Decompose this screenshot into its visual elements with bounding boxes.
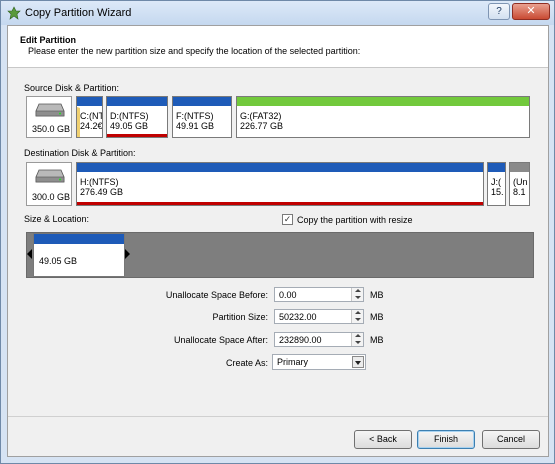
source-partition-d[interactable]: D:(NTFS) 49.05 GB xyxy=(106,96,168,138)
finish-button[interactable]: Finish xyxy=(417,430,475,449)
partition-size: 24.2€ xyxy=(80,121,103,131)
partition-bar xyxy=(488,163,505,172)
spin-down-icon[interactable] xyxy=(355,296,361,299)
hard-disk-icon xyxy=(35,103,65,117)
partition-bar xyxy=(107,97,167,106)
spin-up-icon[interactable] xyxy=(355,289,361,292)
partition-bar xyxy=(510,163,529,172)
partition-size: 49.91 GB xyxy=(176,121,215,131)
hard-disk-icon xyxy=(35,169,65,183)
page-subtitle: Please enter the new partition size and … xyxy=(28,46,361,56)
back-button[interactable]: < Back xyxy=(354,430,412,449)
partition-resize-area[interactable]: 49.05 GB xyxy=(26,232,534,278)
partition-name: G:(FAT32) xyxy=(240,111,282,121)
dropdown-arrow-icon[interactable] xyxy=(352,356,364,368)
resizable-partition-block[interactable]: 49.05 GB xyxy=(33,233,125,277)
destination-disk-label: Destination Disk & Partition: xyxy=(24,148,136,158)
source-partition-g[interactable]: G:(FAT32) 226.77 GB xyxy=(236,96,530,138)
spin-down-icon[interactable] xyxy=(355,341,361,344)
partition-size: 226.77 GB xyxy=(240,121,284,131)
partition-bar xyxy=(237,97,529,106)
spin-arrows[interactable] xyxy=(351,310,363,323)
partition-size: 49.05 GB xyxy=(110,121,149,131)
spin-up-icon[interactable] xyxy=(355,311,361,314)
cancel-button[interactable]: Cancel xyxy=(482,430,540,449)
destination-partition-h[interactable]: H:(NTFS) 276.49 GB xyxy=(76,162,484,206)
copy-with-resize-checkbox[interactable]: ✓ xyxy=(282,214,293,225)
unallocate-after-label: Unallocate Space After: xyxy=(173,335,268,345)
close-button[interactable]: ✕ xyxy=(512,3,550,20)
page-title: Edit Partition xyxy=(20,35,76,45)
destination-disk-icon-box[interactable]: 300.0 GB xyxy=(26,162,72,206)
partition-size-value: 50232.00 xyxy=(279,312,317,322)
unit-label: MB xyxy=(370,312,384,322)
partition-name: D:(NTFS) xyxy=(110,111,149,121)
app-icon xyxy=(7,6,21,20)
partition-size: 8.1 xyxy=(513,187,526,197)
spin-arrows[interactable] xyxy=(351,333,363,346)
spin-down-icon[interactable] xyxy=(355,318,361,321)
source-disk-label: Source Disk & Partition: xyxy=(24,83,120,93)
destination-disk-size: 300.0 GB xyxy=(32,192,71,202)
help-button[interactable]: ? xyxy=(488,3,510,20)
source-partition-f[interactable]: F:(NTFS) 49.91 GB xyxy=(172,96,232,138)
resize-handle-left[interactable] xyxy=(27,249,32,259)
copy-with-resize-label: Copy the partition with resize xyxy=(297,215,413,225)
create-as-select[interactable]: Primary xyxy=(272,354,366,370)
partition-bar xyxy=(34,234,124,244)
partition-name: C:(NT xyxy=(80,111,103,121)
source-disk-icon-box[interactable]: 350.0 GB xyxy=(26,96,72,138)
create-as-value: Primary xyxy=(277,357,308,367)
unallocate-after-input[interactable]: 232890.00 xyxy=(274,332,364,347)
unallocate-before-value: 0.00 xyxy=(279,290,297,300)
destination-partition-unallocated[interactable]: (Un 8.1 xyxy=(509,162,530,206)
size-location-label: Size & Location: xyxy=(24,214,90,224)
title-bar: Copy Partition Wizard ? ✕ xyxy=(1,1,554,25)
source-partition-c[interactable]: C:(NT 24.2€ xyxy=(76,96,103,138)
wizard-client-area: Edit Partition Please enter the new part… xyxy=(7,25,549,457)
partition-bar xyxy=(173,97,231,106)
partition-size-input[interactable]: 50232.00 xyxy=(274,309,364,324)
wizard-header: Edit Partition Please enter the new part… xyxy=(8,26,548,68)
resize-handle-right[interactable] xyxy=(125,249,130,259)
partition-name: H:(NTFS) xyxy=(80,177,119,187)
unallocate-before-input[interactable]: 0.00 xyxy=(274,287,364,302)
selected-partition-indicator xyxy=(107,134,167,137)
partition-name: F:(NTFS) xyxy=(176,111,214,121)
resize-partition-size: 49.05 GB xyxy=(39,256,78,266)
partition-bar xyxy=(77,163,483,172)
partition-name: J:( xyxy=(491,177,501,187)
unit-label: MB xyxy=(370,290,384,300)
wizard-window: Copy Partition Wizard ? ✕ Edit Partition… xyxy=(0,0,555,464)
partition-bar xyxy=(77,97,102,106)
unallocate-after-value: 232890.00 xyxy=(279,335,322,345)
window-title: Copy Partition Wizard xyxy=(25,7,132,19)
destination-partition-j[interactable]: J:( 15. xyxy=(487,162,506,206)
partition-size: 276.49 GB xyxy=(80,187,124,197)
source-disk-size: 350.0 GB xyxy=(32,124,71,134)
unallocate-before-label: Unallocate Space Before: xyxy=(165,290,268,300)
partition-name: (Un xyxy=(513,177,528,187)
footer-divider xyxy=(8,416,548,417)
partition-size: 15. xyxy=(491,187,504,197)
unit-label: MB xyxy=(370,335,384,345)
create-as-label: Create As: xyxy=(225,358,268,368)
partition-size-label: Partition Size: xyxy=(212,312,268,322)
target-partition-indicator xyxy=(77,202,483,205)
spin-arrows[interactable] xyxy=(351,288,363,301)
spin-up-icon[interactable] xyxy=(355,334,361,337)
